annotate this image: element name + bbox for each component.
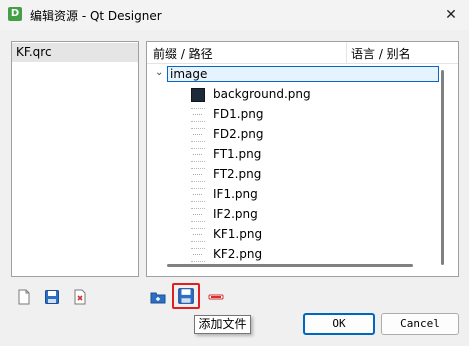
vertical-scrollbar[interactable] bbox=[441, 70, 444, 265]
file-name: KF2.png bbox=[213, 247, 263, 261]
column-language-alias[interactable]: 语言 / 别名 bbox=[351, 45, 411, 62]
column-prefix-path[interactable]: 前缀 / 路径 bbox=[153, 45, 213, 62]
image-icon bbox=[191, 128, 205, 142]
image-icon bbox=[191, 188, 205, 202]
close-button[interactable]: ✕ bbox=[439, 3, 463, 27]
add-files-button[interactable] bbox=[172, 283, 200, 309]
file-name: FT1.png bbox=[213, 147, 262, 161]
remove-resource-file-button[interactable] bbox=[70, 287, 90, 307]
tree-file-row[interactable]: KF1.png bbox=[147, 225, 447, 245]
resource-file-item[interactable]: KF.qrc bbox=[12, 43, 138, 62]
qt-designer-icon: D bbox=[8, 7, 22, 21]
resource-tree[interactable]: 前缀 / 路径 语言 / 别名 ⌄ image background.png F… bbox=[146, 41, 459, 277]
minus-icon bbox=[208, 294, 224, 300]
file-name: IF1.png bbox=[213, 187, 258, 201]
expand-arrow-icon[interactable]: ⌄ bbox=[155, 67, 163, 78]
tree-file-row[interactable]: FT1.png bbox=[147, 145, 447, 165]
remove-file-button[interactable] bbox=[206, 287, 226, 307]
image-icon bbox=[191, 148, 205, 162]
tree-file-row[interactable]: FT2.png bbox=[147, 165, 447, 185]
ok-button[interactable]: OK bbox=[303, 313, 375, 335]
file-name: IF2.png bbox=[213, 207, 258, 221]
image-icon bbox=[191, 208, 205, 222]
file-name: background.png bbox=[213, 87, 311, 101]
file-name: KF1.png bbox=[213, 227, 263, 241]
tree-file-row[interactable]: background.png bbox=[147, 85, 447, 105]
horizontal-scrollbar[interactable] bbox=[167, 264, 413, 267]
tree-folder-row[interactable]: ⌄ image bbox=[147, 65, 447, 85]
delete-file-icon bbox=[74, 289, 86, 305]
new-file-icon bbox=[18, 289, 30, 305]
file-name: FT2.png bbox=[213, 167, 262, 181]
save-icon bbox=[45, 290, 59, 304]
edit-resources-dialog: D 编辑资源 - Qt Designer ✕ KF.qrc 前缀 / 路径 语言… bbox=[0, 0, 469, 346]
resource-file-list[interactable]: KF.qrc bbox=[11, 41, 139, 277]
dark-image-icon bbox=[191, 88, 205, 102]
tree-file-row[interactable]: IF2.png bbox=[147, 205, 447, 225]
image-icon bbox=[191, 228, 205, 242]
image-icon bbox=[191, 248, 205, 262]
folder-prefix[interactable]: image bbox=[167, 66, 439, 82]
image-icon bbox=[191, 168, 205, 182]
new-resource-file-button[interactable] bbox=[14, 287, 34, 307]
title-bar: D 编辑资源 - Qt Designer ✕ bbox=[0, 0, 469, 30]
save-resource-file-button[interactable] bbox=[42, 287, 62, 307]
add-prefix-button[interactable] bbox=[148, 287, 168, 307]
tree-header: 前缀 / 路径 语言 / 别名 bbox=[147, 42, 458, 64]
tree-file-row[interactable]: FD2.png bbox=[147, 125, 447, 145]
column-separator bbox=[346, 42, 347, 64]
add-file-tooltip: 添加文件 bbox=[194, 315, 251, 334]
file-name: FD2.png bbox=[213, 127, 264, 141]
save-icon bbox=[178, 288, 194, 304]
image-icon bbox=[191, 108, 205, 122]
tree-file-row[interactable]: IF1.png bbox=[147, 185, 447, 205]
cancel-button[interactable]: Cancel bbox=[381, 313, 459, 335]
tree-file-row[interactable]: KF2.png bbox=[147, 245, 447, 265]
add-folder-icon bbox=[150, 292, 166, 304]
window-title: 编辑资源 - Qt Designer bbox=[30, 9, 162, 23]
tree-file-row[interactable]: FD1.png bbox=[147, 105, 447, 125]
file-name: FD1.png bbox=[213, 107, 264, 121]
